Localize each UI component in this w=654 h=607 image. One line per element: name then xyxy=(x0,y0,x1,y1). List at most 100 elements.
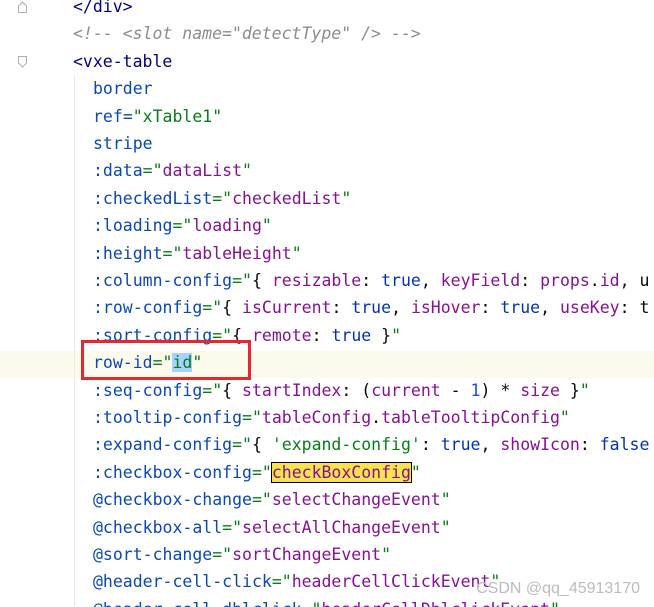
code-line[interactable]: @checkbox-all="selectAllChangeEvent" xyxy=(93,514,451,541)
code-token: props xyxy=(540,271,590,290)
fold-end-icon[interactable] xyxy=(18,1,27,13)
code-token: =" xyxy=(251,462,272,482)
code-line[interactable]: :loading="loading" xyxy=(93,212,272,239)
code-token: ref xyxy=(93,106,123,126)
code-token: =" xyxy=(242,408,262,427)
code-token: , xyxy=(540,298,560,318)
editor-gutter[interactable] xyxy=(0,0,50,607)
code-token: } xyxy=(371,325,392,345)
code-token: { xyxy=(222,380,243,400)
code-token: . xyxy=(589,271,600,290)
code-line[interactable]: @checkbox-change="selectChangeEvent" xyxy=(93,486,451,513)
code-token: keyField xyxy=(440,271,521,290)
watermark: CSDN @qq_45913170 xyxy=(476,580,640,597)
code-token: , xyxy=(391,298,411,318)
code-token: border xyxy=(93,79,153,99)
code-token: : xyxy=(520,271,541,290)
code-token: =" xyxy=(232,435,252,455)
code-line[interactable]: <!-- <slot name="detectType" /> --> xyxy=(73,20,421,47)
code-token: } xyxy=(559,380,580,400)
code-token: , xyxy=(480,435,501,455)
code-token: sortChangeEvent xyxy=(232,545,382,564)
code-token: @sort-change xyxy=(93,545,213,564)
code-token: =" xyxy=(232,271,252,290)
code-line[interactable]: :checkbox-config="checkBoxConfig" xyxy=(93,459,421,486)
code-token: resizable xyxy=(271,271,362,290)
code-token: checkBoxConfig xyxy=(270,461,412,483)
code-token: =" xyxy=(202,298,223,318)
code-token: =" xyxy=(302,600,322,607)
code-token: loading xyxy=(192,216,262,236)
code-token: " xyxy=(579,380,590,400)
code-token: headerCellClickEvent xyxy=(291,572,491,592)
code-token: :checkedList xyxy=(93,188,213,208)
code-token: dataList xyxy=(162,161,243,181)
code-token: @checkbox-change xyxy=(93,490,252,510)
code-line[interactable]: border xyxy=(93,75,153,102)
code-line[interactable]: :row-config="{ isCurrent: true, isHover:… xyxy=(93,294,649,321)
code-line[interactable]: :height="tableHeight" xyxy=(93,240,302,267)
code-token: =" xyxy=(172,216,193,236)
code-line[interactable]: <vxe-table xyxy=(73,48,172,75)
code-line[interactable]: :seq-config="{ startIndex: (current - 1)… xyxy=(93,377,590,404)
code-token: checkedList xyxy=(232,188,342,208)
code-token: :seq-config xyxy=(93,380,203,400)
code-token: =" xyxy=(212,545,233,564)
code-token: current xyxy=(371,380,441,400)
code-token: =" xyxy=(162,243,183,263)
code-token: @header-cell-dblclick xyxy=(93,600,302,607)
code-token: @checkbox-all xyxy=(93,517,223,537)
code-token: { xyxy=(222,298,243,318)
code-line[interactable]: :expand-config="{ 'expand-config': true,… xyxy=(93,431,649,458)
code-token: - xyxy=(440,380,471,400)
code-token: " xyxy=(440,490,451,510)
code-token: id xyxy=(599,271,620,290)
code-token: " xyxy=(341,188,352,208)
code-token: true xyxy=(331,325,372,345)
code-line[interactable]: stripe xyxy=(93,130,153,157)
code-editor[interactable]: </div> <!-- <slot name="detectType" /> --… xyxy=(0,0,654,607)
code-token: true xyxy=(351,298,392,318)
code-token: startIndex xyxy=(242,380,342,400)
code-token: :loading xyxy=(93,216,173,236)
code-token: , u xyxy=(619,271,650,290)
code-token: :expand-config xyxy=(93,435,233,455)
code-line[interactable]: @sort-change="sortChangeEvent" xyxy=(93,541,391,568)
code-token: isCurrent xyxy=(242,298,332,318)
code-line[interactable]: :data="dataList" xyxy=(93,157,252,184)
code-token: " xyxy=(391,325,402,345)
code-token: " xyxy=(261,216,272,236)
code-token: :data xyxy=(93,161,143,181)
code-token: false xyxy=(599,435,650,455)
code-line[interactable]: </div> xyxy=(73,0,133,20)
code-token: remote xyxy=(251,325,312,345)
code-token: <vxe-table xyxy=(73,51,173,71)
code-token: </div> xyxy=(73,0,133,16)
fold-start-icon[interactable] xyxy=(18,56,27,68)
code-token: ) * xyxy=(480,380,521,400)
code-line[interactable]: :tooltip-config="tableConfig.tableToolti… xyxy=(93,404,570,431)
code-token: , xyxy=(420,271,441,290)
code-line[interactable]: :checkedList="checkedList" xyxy=(93,185,351,212)
code-token: "xTable1" xyxy=(132,106,223,126)
code-token: " xyxy=(440,517,451,537)
code-token: { xyxy=(251,435,272,455)
code-token: size xyxy=(520,380,560,400)
indent-guide xyxy=(74,74,75,607)
code-token: =" xyxy=(271,572,292,592)
code-line[interactable]: ref="xTable1" xyxy=(93,103,222,130)
code-token: " xyxy=(559,408,570,427)
code-token: :checkbox-config xyxy=(93,462,252,482)
code-token: true xyxy=(440,435,481,455)
code-token: selectChangeEvent xyxy=(271,490,441,510)
code-token: :column-config xyxy=(93,271,233,290)
code-token: isHover xyxy=(410,298,481,318)
code-token: stripe xyxy=(93,134,153,153)
code-token: : ( xyxy=(341,380,372,400)
code-token: showIcon xyxy=(500,435,580,455)
code-token: 'expand-config' xyxy=(271,435,421,455)
code-line[interactable]: :column-config="{ resizable: true, keyFi… xyxy=(93,267,649,294)
code-line[interactable]: @header-cell-click="headerCellClickEvent… xyxy=(93,568,500,595)
code-token: " xyxy=(242,161,252,181)
code-token: " xyxy=(410,462,421,482)
